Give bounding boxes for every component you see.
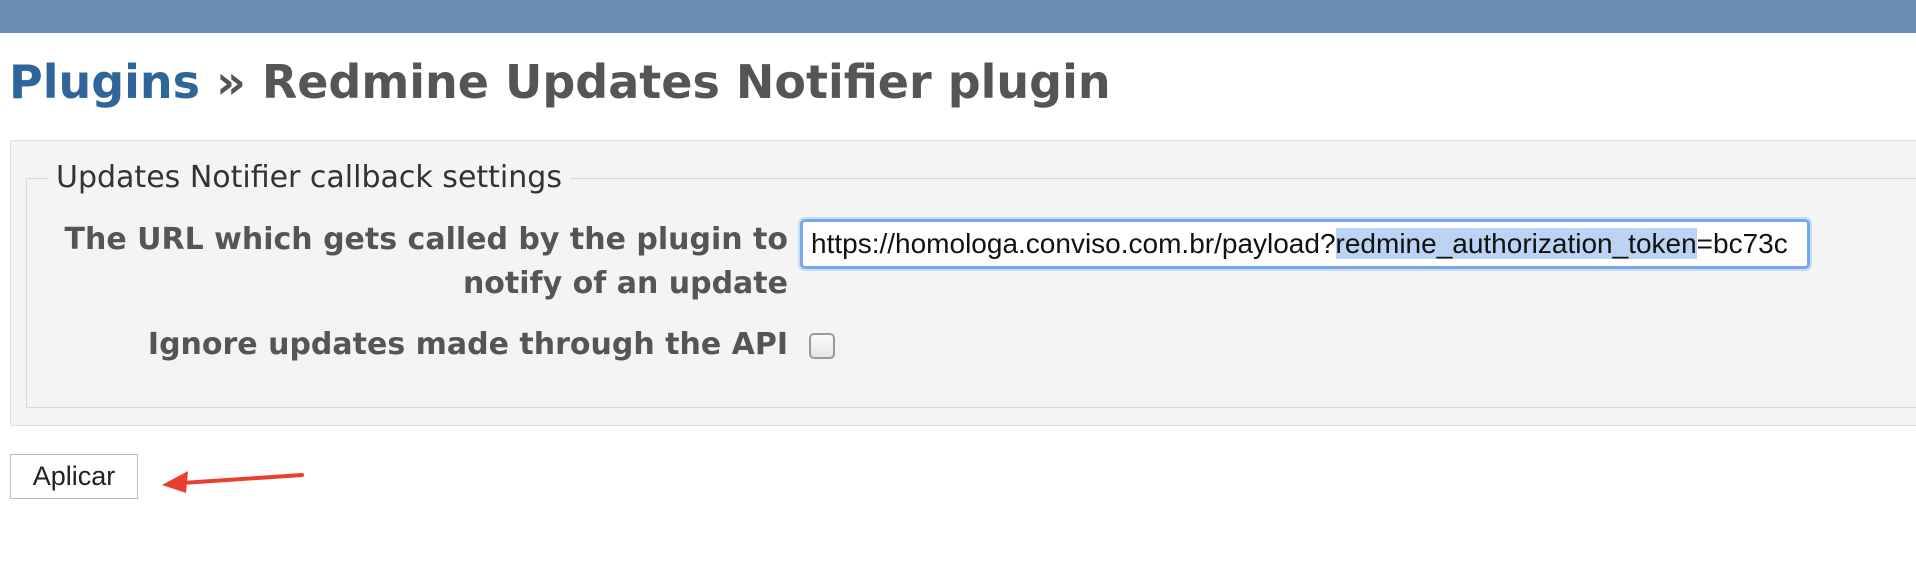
- breadcrumb-plugins-link[interactable]: Plugins: [9, 55, 200, 109]
- callback-url-label: The URL which gets called by the plugin …: [65, 218, 789, 306]
- apply-button[interactable]: Aplicar: [10, 454, 138, 499]
- ignore-api-checkbox[interactable]: [809, 333, 835, 359]
- ignore-api-label: Ignore updates made through the API: [147, 327, 788, 362]
- url-text-suffix: =bc73c: [1696, 228, 1788, 259]
- arrow-shaft: [180, 473, 304, 485]
- breadcrumb-separator: »: [200, 55, 262, 109]
- url-text-prefix: https://homologa.conviso.com.br/payload?: [811, 228, 1336, 259]
- top-header-bar: [0, 0, 1916, 33]
- callback-url-label-line1: The URL which gets called by the plugin …: [64, 222, 789, 257]
- arrow-head: [162, 471, 188, 493]
- callback-url-input[interactable]: https://homologa.conviso.com.br/payload?…: [800, 219, 1810, 269]
- fieldset-legend: Updates Notifier callback settings: [48, 158, 570, 198]
- callback-url-label-line2: notify of an update: [462, 266, 788, 301]
- url-text-selection: redmine_authorization_token: [1335, 228, 1697, 259]
- plugin-name: Redmine Updates Notifier plugin: [261, 55, 1111, 109]
- red-arrow-annotation: [162, 471, 304, 493]
- page-title: Plugins » Redmine Updates Notifier plugi…: [9, 54, 1111, 110]
